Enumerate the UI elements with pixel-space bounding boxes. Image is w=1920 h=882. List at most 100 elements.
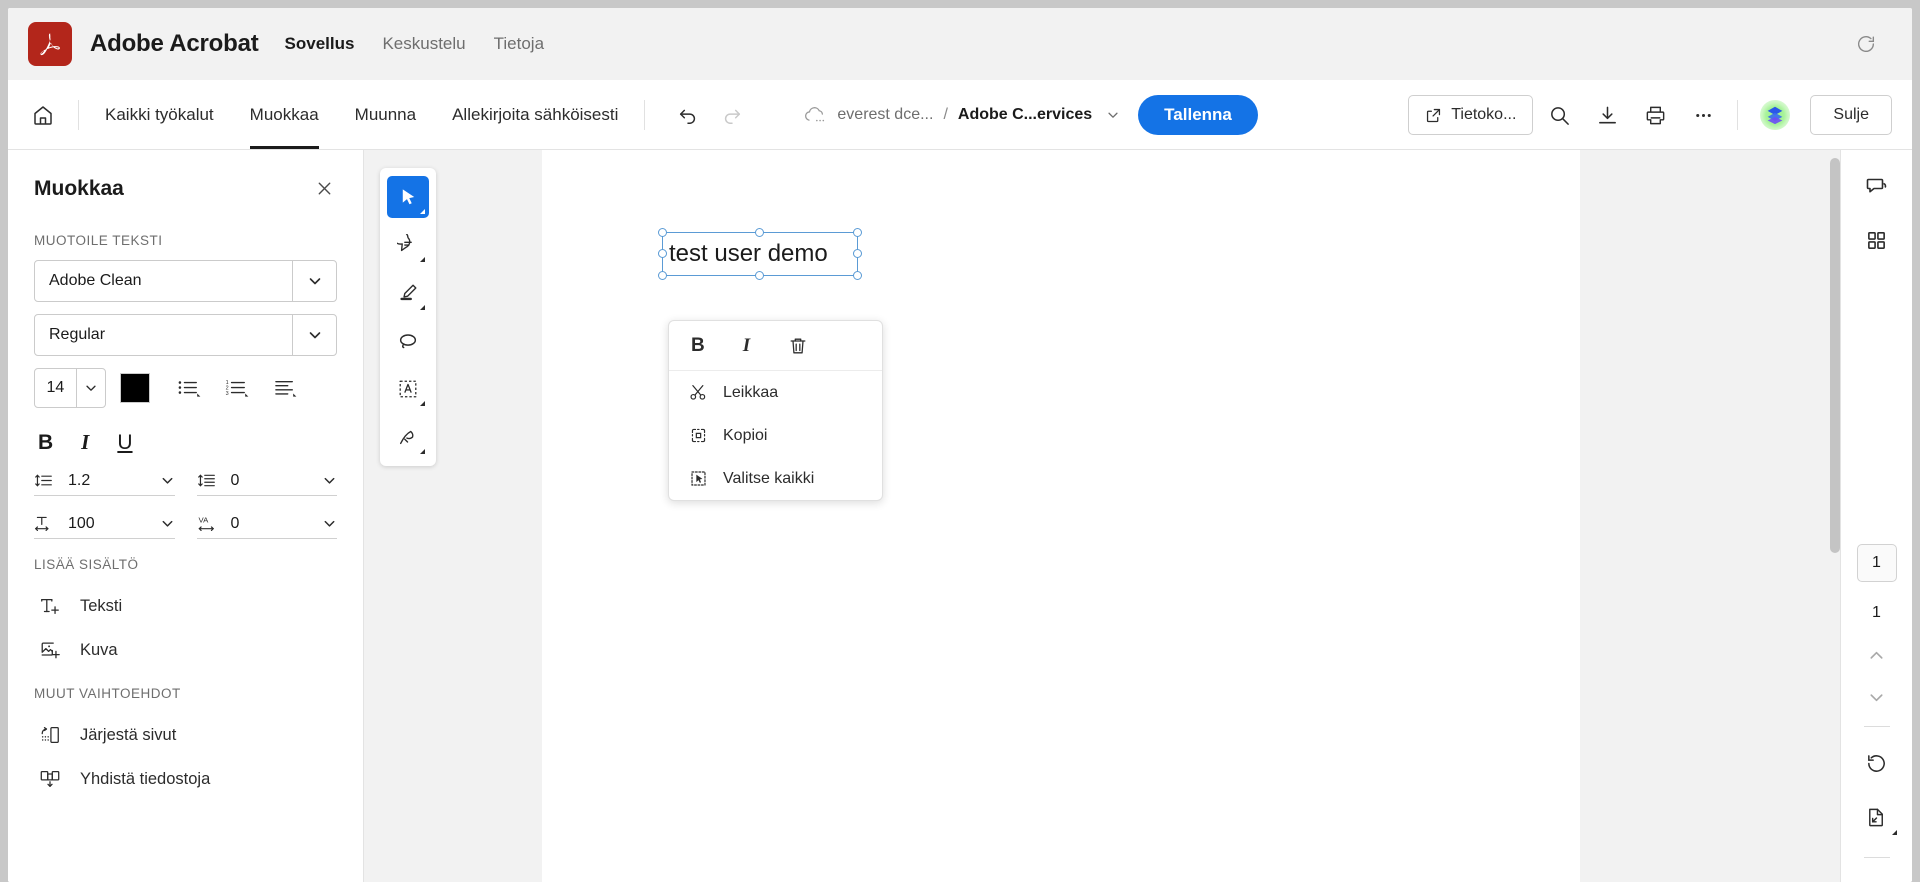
- bulleted-list-icon[interactable]: [172, 373, 206, 403]
- add-text-icon: [38, 595, 62, 617]
- edit-panel: Muokkaa MUOTOILE TEKSTI Adobe Clean Regu…: [8, 150, 364, 882]
- tracking-field[interactable]: VA 0: [196, 514, 337, 539]
- fit-page-icon[interactable]: [1855, 795, 1899, 839]
- tab-muunna[interactable]: Muunna: [337, 80, 434, 149]
- search-icon[interactable]: [1537, 93, 1581, 137]
- chevron-down-icon[interactable]: [1106, 108, 1120, 122]
- comment-panel-icon[interactable]: [1855, 164, 1899, 208]
- panel-item-kuva[interactable]: Kuva: [34, 628, 337, 672]
- context-italic-button[interactable]: I: [743, 335, 750, 357]
- signature-pen-icon[interactable]: [387, 416, 429, 458]
- tab-muokkaa[interactable]: Muokkaa: [232, 80, 337, 149]
- section-add-content: LISÄÄ SISÄLTÖ: [34, 557, 139, 572]
- text-field-selected[interactable]: test user demo: [658, 228, 862, 280]
- highlighter-icon[interactable]: [387, 272, 429, 314]
- paragraph-spacing-value: 0: [230, 471, 240, 489]
- resize-handle-top-left[interactable]: [658, 228, 667, 237]
- panel-item-label: Järjestä sivut: [80, 725, 177, 744]
- refresh-icon[interactable]: [1848, 26, 1884, 62]
- comment-bubble-icon[interactable]: [387, 224, 429, 266]
- select-cursor-icon[interactable]: [387, 176, 429, 218]
- resize-handle-middle-left[interactable]: [658, 249, 667, 258]
- resize-handle-top-right[interactable]: [853, 228, 862, 237]
- text-align-icon[interactable]: [268, 373, 302, 403]
- current-page-input[interactable]: 1: [1856, 544, 1897, 582]
- title-tab-keskustelu[interactable]: Keskustelu: [382, 34, 465, 54]
- horizontal-scale-value: 100: [68, 514, 95, 532]
- lasso-icon[interactable]: [387, 320, 429, 362]
- organize-pages-icon: [38, 724, 62, 746]
- section-format-text: MUOTOILE TEKSTI: [34, 233, 163, 248]
- adobe-acrobat-logo-icon: [28, 22, 72, 66]
- horizontal-scale-field[interactable]: 100: [34, 514, 175, 539]
- line-spacing-field[interactable]: 1.2: [34, 471, 175, 496]
- print-icon[interactable]: [1633, 93, 1677, 137]
- underline-button[interactable]: U: [117, 431, 132, 455]
- resize-handle-bottom-center[interactable]: [755, 271, 764, 280]
- chevron-up-icon[interactable]: [1855, 634, 1899, 676]
- resize-handle-bottom-left[interactable]: [658, 271, 667, 280]
- text-color-swatch[interactable]: [120, 373, 150, 403]
- tool-options-corner: [420, 401, 425, 406]
- chevron-down-icon: [322, 516, 337, 531]
- close-icon[interactable]: [312, 176, 337, 201]
- bold-button[interactable]: B: [38, 431, 53, 455]
- context-item-kopioi[interactable]: Kopioi: [669, 414, 882, 457]
- rotate-clockwise-icon[interactable]: [1855, 741, 1899, 785]
- breadcrumb-owner[interactable]: everest dce...: [837, 106, 933, 124]
- open-on-computer-button[interactable]: Tietoko...: [1408, 95, 1534, 135]
- save-button[interactable]: Tallenna: [1138, 94, 1258, 135]
- title-tab-sovellus[interactable]: Sovellus: [285, 34, 355, 54]
- font-size-value: 14: [46, 379, 65, 396]
- acrobat-badge-avatar-icon[interactable]: [1760, 100, 1791, 130]
- textbox-content: test user demo: [669, 240, 828, 267]
- chevron-down-icon: [322, 473, 337, 488]
- vertical-scrollbar[interactable]: [1830, 158, 1840, 553]
- title-tab-tietoja[interactable]: Tietoja: [494, 34, 544, 54]
- font-family-select[interactable]: Adobe Clean: [34, 260, 337, 302]
- toolbar-right-group: Tietoko... Sulje: [1408, 80, 1892, 150]
- font-size-stepper[interactable]: 14: [34, 368, 106, 408]
- trash-icon[interactable]: [788, 336, 808, 356]
- home-icon[interactable]: [22, 94, 64, 136]
- tab-allekirjoita-sahkoisesti[interactable]: Allekirjoita sähköisesti: [434, 80, 636, 149]
- font-style-select[interactable]: Regular: [34, 314, 337, 356]
- tool-options-corner: [420, 257, 425, 262]
- chevron-down-icon[interactable]: [1855, 676, 1899, 718]
- close-document-button[interactable]: Sulje: [1810, 95, 1892, 135]
- context-bold-button[interactable]: B: [691, 335, 705, 357]
- resize-handle-top-center[interactable]: [755, 228, 764, 237]
- text-style-buttons: B I U: [34, 430, 337, 455]
- paragraph-spacing-field[interactable]: 0: [196, 471, 337, 496]
- page-thumbnails-icon[interactable]: [1855, 218, 1899, 262]
- undo-icon[interactable]: [669, 96, 707, 134]
- undo-redo-group: [669, 96, 751, 134]
- context-item-valitse-kaikki[interactable]: Valitse kaikki: [669, 457, 882, 500]
- redo-icon[interactable]: [713, 96, 751, 134]
- tool-options-corner: [420, 305, 425, 310]
- font-size-row: 14 1 2 3: [34, 368, 337, 408]
- title-bar-right: [1848, 8, 1912, 80]
- panel-item-yhdista-tiedostoja[interactable]: Yhdistä tiedostoja: [34, 757, 337, 801]
- resize-handle-bottom-right[interactable]: [853, 271, 862, 280]
- tab-kaikki-tyokalut[interactable]: Kaikki työkalut: [87, 80, 232, 149]
- italic-button[interactable]: I: [81, 430, 89, 455]
- download-icon[interactable]: [1585, 93, 1629, 137]
- context-item-leikkaa[interactable]: Leikkaa: [669, 371, 882, 414]
- annotation-toolbar: [380, 168, 436, 466]
- open-in-new-icon: [1425, 107, 1442, 124]
- select-all-icon: [687, 469, 709, 488]
- tool-options-corner: [1891, 830, 1897, 835]
- chevron-down-icon: [160, 516, 175, 531]
- more-horizontal-icon[interactable]: [1681, 93, 1725, 137]
- breadcrumb-filename[interactable]: Adobe C...ervices: [958, 106, 1092, 124]
- panel-item-label: Kuva: [80, 640, 118, 659]
- text-box-icon[interactable]: [387, 368, 429, 410]
- panel-item-teksti[interactable]: Teksti: [34, 584, 337, 628]
- toolbar-divider: [78, 99, 79, 130]
- panel-item-jarjesta-sivut[interactable]: Järjestä sivut: [34, 713, 337, 757]
- right-rail: 1 1: [1840, 150, 1912, 882]
- toolbar-divider-3: [1737, 100, 1739, 130]
- resize-handle-middle-right[interactable]: [853, 249, 862, 258]
- numbered-list-icon[interactable]: 1 2 3: [220, 373, 254, 403]
